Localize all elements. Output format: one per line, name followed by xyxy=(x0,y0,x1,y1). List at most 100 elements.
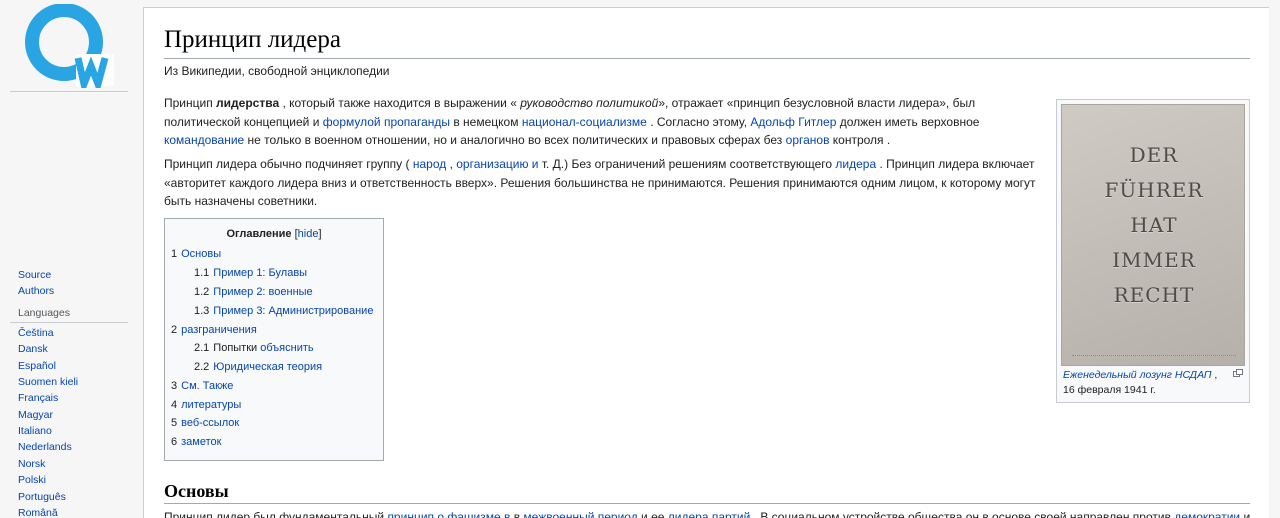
text: Принцип лидера обычно подчиняет группу ( xyxy=(164,157,413,171)
toc-link[interactable]: Основы xyxy=(181,248,221,260)
text: Принцип xyxy=(164,96,217,110)
toc-hide-link[interactable]: hide xyxy=(298,228,319,240)
toc-item-1-2[interactable]: 1.2 Пример 2: военные xyxy=(194,285,313,299)
section-divider xyxy=(164,503,1250,504)
poster-text: RECHT xyxy=(1113,283,1195,307)
language-link[interactable]: Español xyxy=(18,359,56,373)
toc-link[interactable]: См. Также xyxy=(181,380,233,392)
sidebar-link-source[interactable]: Source xyxy=(18,268,51,282)
toc-link[interactable]: объяснить xyxy=(260,342,313,354)
language-link[interactable]: Português xyxy=(18,490,66,504)
text: в немецком xyxy=(450,114,522,129)
toc-heading: Оглавление xyxy=(226,228,292,240)
article-link[interactable]: формулой пропаганды xyxy=(323,115,450,129)
toc-item-1-1[interactable]: 1.1 Пример 1: Булавы xyxy=(194,266,307,280)
toc-number: 1 xyxy=(171,248,178,260)
language-link[interactable]: Nederlands xyxy=(18,440,72,454)
toc-item-3[interactable]: 3 См. Также xyxy=(171,379,233,393)
toc-item-2-2[interactable]: 2.2 Юридическая теория xyxy=(194,360,322,374)
language-link[interactable]: Magyar xyxy=(18,408,53,422)
toc-text: Попытки xyxy=(213,342,261,354)
toc-number: 1.2 xyxy=(194,286,210,298)
article-link[interactable]: организацию и xyxy=(456,157,538,171)
page-title: Принцип лидера xyxy=(164,26,341,53)
toc-link[interactable]: Пример 1: Булавы xyxy=(213,267,307,279)
article-content: Принцип лидера Из Википедии, свободной э… xyxy=(143,7,1269,518)
caption-text: , xyxy=(1211,369,1218,381)
caption-link[interactable]: Еженедельный лозунг НСДАП xyxy=(1063,369,1211,381)
poster-text: FÜHRER xyxy=(1104,178,1204,202)
language-link[interactable]: Română xyxy=(18,506,58,518)
language-link[interactable]: Norsk xyxy=(18,457,45,471)
article-link[interactable]: национал-социализме xyxy=(522,115,647,129)
second-paragraph: Принцип лидера обычно подчиняет группу (… xyxy=(164,155,1044,211)
language-link[interactable]: Čeština xyxy=(18,326,54,340)
toc-title: Оглавление [hide] xyxy=(165,228,383,240)
poster-footnote xyxy=(1072,355,1236,358)
toc-item-4[interactable]: 4 литературы xyxy=(171,398,241,412)
title-divider xyxy=(164,58,1250,59)
language-link[interactable]: Polski xyxy=(18,473,46,487)
section-heading: Основы xyxy=(164,481,229,501)
toc-number: 2.1 xyxy=(194,342,210,354)
poster-text: IMMER xyxy=(1112,248,1196,272)
toc-number: 6 xyxy=(171,436,178,448)
toc-item-2-1[interactable]: 2.1 Попытки объяснить xyxy=(194,341,314,355)
text: Принцип лидер был фундаментальный xyxy=(164,510,388,518)
sidebar-link-authors[interactable]: Authors xyxy=(18,284,54,298)
text: должен иметь верховное xyxy=(836,114,980,129)
text: и xyxy=(1240,510,1250,518)
toc-link[interactable]: заметок xyxy=(181,436,221,448)
article-link[interactable]: лидера xyxy=(835,157,876,171)
text: . Согласно этому, xyxy=(646,114,751,129)
text: , который также находится в выражении « xyxy=(279,96,521,110)
toc-number: 5 xyxy=(171,417,178,429)
toc-item-6[interactable]: 6 заметок xyxy=(171,435,221,449)
enlarge-icon[interactable] xyxy=(1233,369,1243,377)
toc-link[interactable]: Пример 3: Администрирование xyxy=(213,305,373,317)
article-link[interactable]: принцип о фашизме в xyxy=(387,510,510,518)
languages-divider xyxy=(10,322,128,323)
article-link[interactable]: народ xyxy=(413,157,446,171)
toc-item-1[interactable]: 1 Основы xyxy=(171,247,221,261)
toc-item-2[interactable]: 2 разграничения xyxy=(171,323,257,337)
caption-date: 16 февраля 1941 г. xyxy=(1063,384,1156,396)
language-link[interactable]: Italiano xyxy=(18,424,52,438)
language-link[interactable]: Suomen kieli xyxy=(18,375,78,389)
toc-bracket: ] xyxy=(318,228,322,240)
site-logo[interactable] xyxy=(24,4,116,88)
toc-number: 1.3 xyxy=(194,305,210,317)
languages-heading: Languages xyxy=(18,307,70,319)
poster-image[interactable]: DER FÜHRER HAT IMMER RECHT xyxy=(1061,104,1245,366)
toc-link[interactable]: Юридическая теория xyxy=(213,361,322,373)
section-paragraph: Принцип лидер был фундаментальный принци… xyxy=(164,510,1250,518)
text: т. Д.) Без ограничений решениям соответс… xyxy=(538,157,836,171)
toc-item-1-3[interactable]: 1.3 Пример 3: Администрирование xyxy=(194,304,373,318)
table-of-contents: Оглавление [hide] 1 Основы 1.1 Пример 1: Б… xyxy=(164,218,384,461)
toc-item-5[interactable]: 5 веб-ссылок xyxy=(171,416,239,430)
bold-term: лидерства xyxy=(216,96,280,110)
article-link[interactable]: органов xyxy=(786,133,830,147)
toc-number: 4 xyxy=(171,399,178,411)
language-link[interactable]: Dansk xyxy=(18,342,48,356)
text: и ее xyxy=(637,510,668,518)
article-link[interactable]: Адольф Гитлер xyxy=(750,115,836,129)
toc-number: 1.1 xyxy=(194,267,210,279)
article-link[interactable]: лидера партий xyxy=(668,510,751,518)
figure-caption: Еженедельный лозунг НСДАП , 16 февраля 19… xyxy=(1063,368,1223,398)
italic-term: руководство политикой xyxy=(520,96,659,110)
text: не только в военном отношении, но и анал… xyxy=(244,133,786,148)
intro-paragraph: Принцип лидерства , который также находи… xyxy=(164,94,1044,150)
toc-number: 2.2 xyxy=(194,361,210,373)
text: , xyxy=(446,157,457,171)
toc-link[interactable]: разграничения xyxy=(181,324,257,336)
article-link[interactable]: межвоенный период xyxy=(523,510,637,518)
article-link[interactable]: командование xyxy=(164,133,244,147)
toc-link[interactable]: веб-ссылок xyxy=(181,417,239,429)
tagline: Из Википедии, свободной энциклопедии xyxy=(164,64,390,78)
article-link[interactable]: демократии xyxy=(1174,510,1240,518)
toc-link[interactable]: литературы xyxy=(181,399,241,411)
text: в xyxy=(510,510,524,518)
language-link[interactable]: Français xyxy=(18,391,58,405)
toc-link[interactable]: Пример 2: военные xyxy=(213,286,312,298)
